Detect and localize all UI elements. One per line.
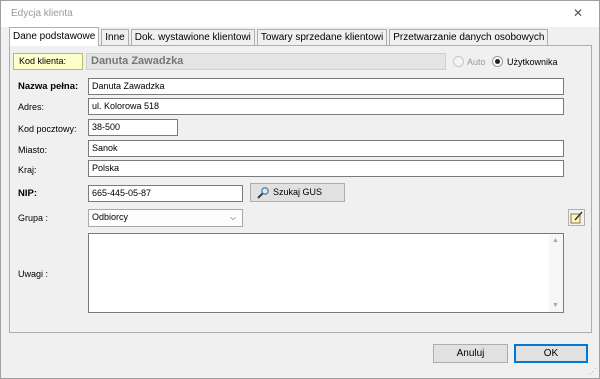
group-select[interactable]: Odbiorcy ⌵ [88,209,243,227]
radio-user[interactable] [492,56,503,67]
title-bar[interactable]: Edycja klienta ✕ [1,1,599,27]
tab-dok-wystawione[interactable]: Dok. wystawione klientowi [130,29,255,46]
close-icon[interactable]: ✕ [571,6,585,20]
tab-dane-podstawowe[interactable]: Dane podstawowe [9,27,100,46]
search-gus-label: Szukaj GUS [273,187,323,197]
address-input[interactable]: ul. Kolorowa 518 [88,98,564,115]
country-label: Kraj: [18,165,37,175]
notes-label: Uwagi : [18,269,49,279]
group-label: Grupa : [18,213,49,223]
radio-user-label: Użytkownika [507,57,558,67]
notes-textarea[interactable]: ▲ ▼ [88,233,564,313]
resize-grip-icon[interactable]: ⋰ [589,367,597,376]
scroll-down-icon[interactable]: ▼ [552,302,559,309]
tab-przetwarzanie-danych[interactable]: Przetwarzanie danych osobowych [389,29,549,46]
notes-scrollbar[interactable]: ▲ ▼ [549,234,563,312]
cancel-button[interactable]: Anuluj [433,344,508,363]
client-code-label: Kod klienta: [13,53,83,70]
magnifier-icon [256,186,270,200]
scroll-up-icon[interactable]: ▲ [552,237,559,244]
group-select-value: Odbiorcy [92,212,129,222]
radio-auto[interactable] [453,56,464,67]
ok-button[interactable]: OK [514,344,588,363]
tab-inne[interactable]: Inne [101,29,129,46]
country-input[interactable]: Polska [88,160,564,177]
city-label: Miasto: [18,145,48,155]
window-title: Edycja klienta [11,8,73,19]
full-name-input[interactable]: Danuta Zawadzka [88,78,564,95]
tab-bar: Dane podstawowe Inne Dok. wystawione kli… [9,27,550,46]
chevron-down-icon: ⌵ [230,213,237,222]
nip-input[interactable]: 665-445-05-87 [88,185,243,202]
postal-code-label: Kod pocztowy: [18,124,77,134]
search-gus-button[interactable]: Szukaj GUS [250,183,345,202]
city-input[interactable]: Sanok [88,140,564,157]
address-label: Adres: [18,102,45,112]
nip-label: NIP: [18,188,37,199]
edit-client-dialog: Edycja klienta ✕ Dane podstawowe Inne Do… [0,0,600,379]
full-name-label: Nazwa pełna: [18,81,79,92]
tab-towary-sprzedane[interactable]: Towary sprzedane klientowi [256,29,388,46]
radio-auto-label: Auto [467,57,486,67]
postal-code-input[interactable]: 38-500 [88,119,178,136]
client-code-field[interactable]: Danuta Zawadzka [86,53,446,70]
edit-note-icon[interactable] [568,209,585,226]
